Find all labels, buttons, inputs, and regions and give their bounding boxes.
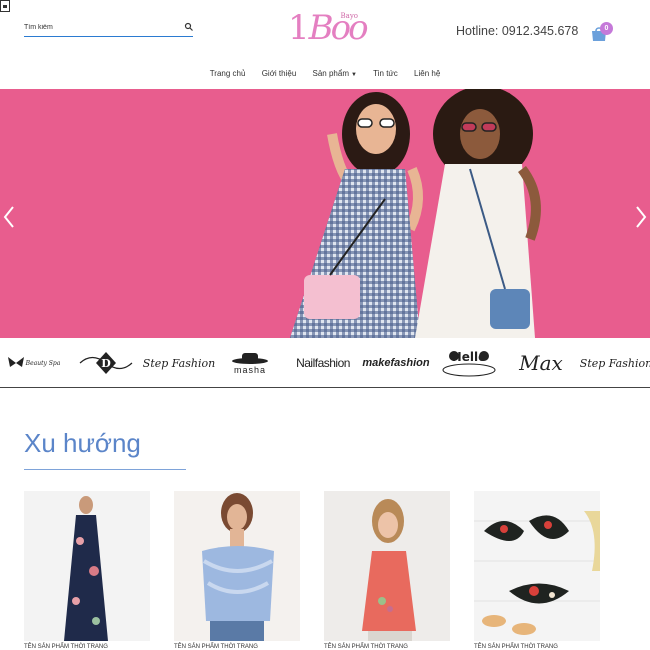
product-card[interactable]: TÊN SẢN PHẨM THỜI TRANG	[174, 491, 300, 650]
nav-item-home[interactable]: Trang chủ	[210, 69, 246, 78]
brand-logo-step-fashion[interactable]: Step Fashion	[143, 338, 215, 388]
cart-count-badge: 0	[600, 22, 613, 35]
product-photo-coral-top	[362, 499, 416, 641]
product-name[interactable]: TÊN SẢN PHẨM THỜI TRANG	[24, 644, 108, 650]
product-name[interactable]: TÊN SẢN PHẨM THỜI TRANG	[474, 644, 558, 650]
product-image[interactable]	[174, 491, 300, 641]
nav-item-contact[interactable]: Liên hệ	[414, 69, 440, 78]
section-divider	[24, 469, 186, 470]
product-image[interactable]	[474, 491, 600, 641]
hero-slider[interactable]	[0, 89, 650, 338]
brand-logo-d[interactable]: D	[78, 338, 134, 388]
brand-label: masha	[233, 365, 266, 375]
product-card[interactable]: TÊN SẢN PHẨM THỜI TRANG	[24, 491, 150, 650]
product-card[interactable]: TÊN SẢN PHẨM THỜI TRANG	[324, 491, 450, 650]
brand-logo-hello[interactable]: Hello	[440, 338, 498, 388]
brand-label: D	[101, 356, 111, 370]
logo-subtext: Bayo	[340, 12, 359, 20]
menu-corner-icon[interactable]	[0, 0, 10, 12]
product-photo-floral-bikini	[474, 491, 600, 641]
brand-logo-masha[interactable]: masha	[226, 338, 274, 388]
butterfly-icon	[7, 357, 24, 367]
hero-image	[290, 89, 541, 338]
brand-logo-step-fashion-2[interactable]: Step Fashion	[580, 338, 650, 388]
brand-label: Beauty Spa	[25, 359, 61, 367]
site-logo[interactable]: 1Boo Bayo	[288, 8, 369, 48]
product-image[interactable]	[24, 491, 150, 641]
product-photo-ruffle-top	[202, 493, 274, 641]
hat-icon	[232, 353, 268, 364]
chevron-down-icon: ▼	[350, 72, 357, 78]
next-slide-icon[interactable]	[634, 203, 648, 231]
product-card[interactable]: TÊN SẢN PHẨM THỜI TRANG	[474, 491, 600, 650]
prev-slide-icon[interactable]	[2, 203, 16, 231]
nav-item-products[interactable]: Sản phẩm ▼	[313, 69, 357, 78]
nav-item-about[interactable]: Giới thiệu	[262, 69, 297, 78]
brand-logo-makefashion[interactable]: makefashion	[362, 338, 429, 388]
brand-label: Hello	[451, 350, 487, 364]
product-photo-floral-dress	[64, 496, 108, 641]
brand-logo-max[interactable]: Max	[514, 338, 568, 388]
brand-logo-beauty-spa[interactable]: Beauty Spa	[4, 338, 62, 388]
nav-item-news[interactable]: Tin tức	[373, 69, 398, 78]
search-box[interactable]	[24, 18, 193, 37]
nav-item-products-label: Sản phẩm	[312, 69, 349, 78]
search-input[interactable]	[24, 20, 174, 34]
product-name[interactable]: TÊN SẢN PHẨM THỜI TRANG	[324, 644, 408, 650]
product-image[interactable]	[324, 491, 450, 641]
brand-logo-nailfashion[interactable]: Nailfashion	[292, 338, 354, 388]
main-nav: Trang chủ Giới thiệu Sản phẩm ▼ Tin tức L…	[0, 69, 650, 81]
product-name[interactable]: TÊN SẢN PHẨM THỜI TRANG	[174, 644, 258, 650]
hotline-text: Hotline: 0912.345.678	[456, 24, 579, 38]
section-title-trend: Xu hướng	[24, 428, 141, 458]
brand-logo-strip: Beauty Spa D Step Fashion masha Nailfash…	[0, 338, 650, 388]
search-icon[interactable]	[183, 21, 195, 33]
